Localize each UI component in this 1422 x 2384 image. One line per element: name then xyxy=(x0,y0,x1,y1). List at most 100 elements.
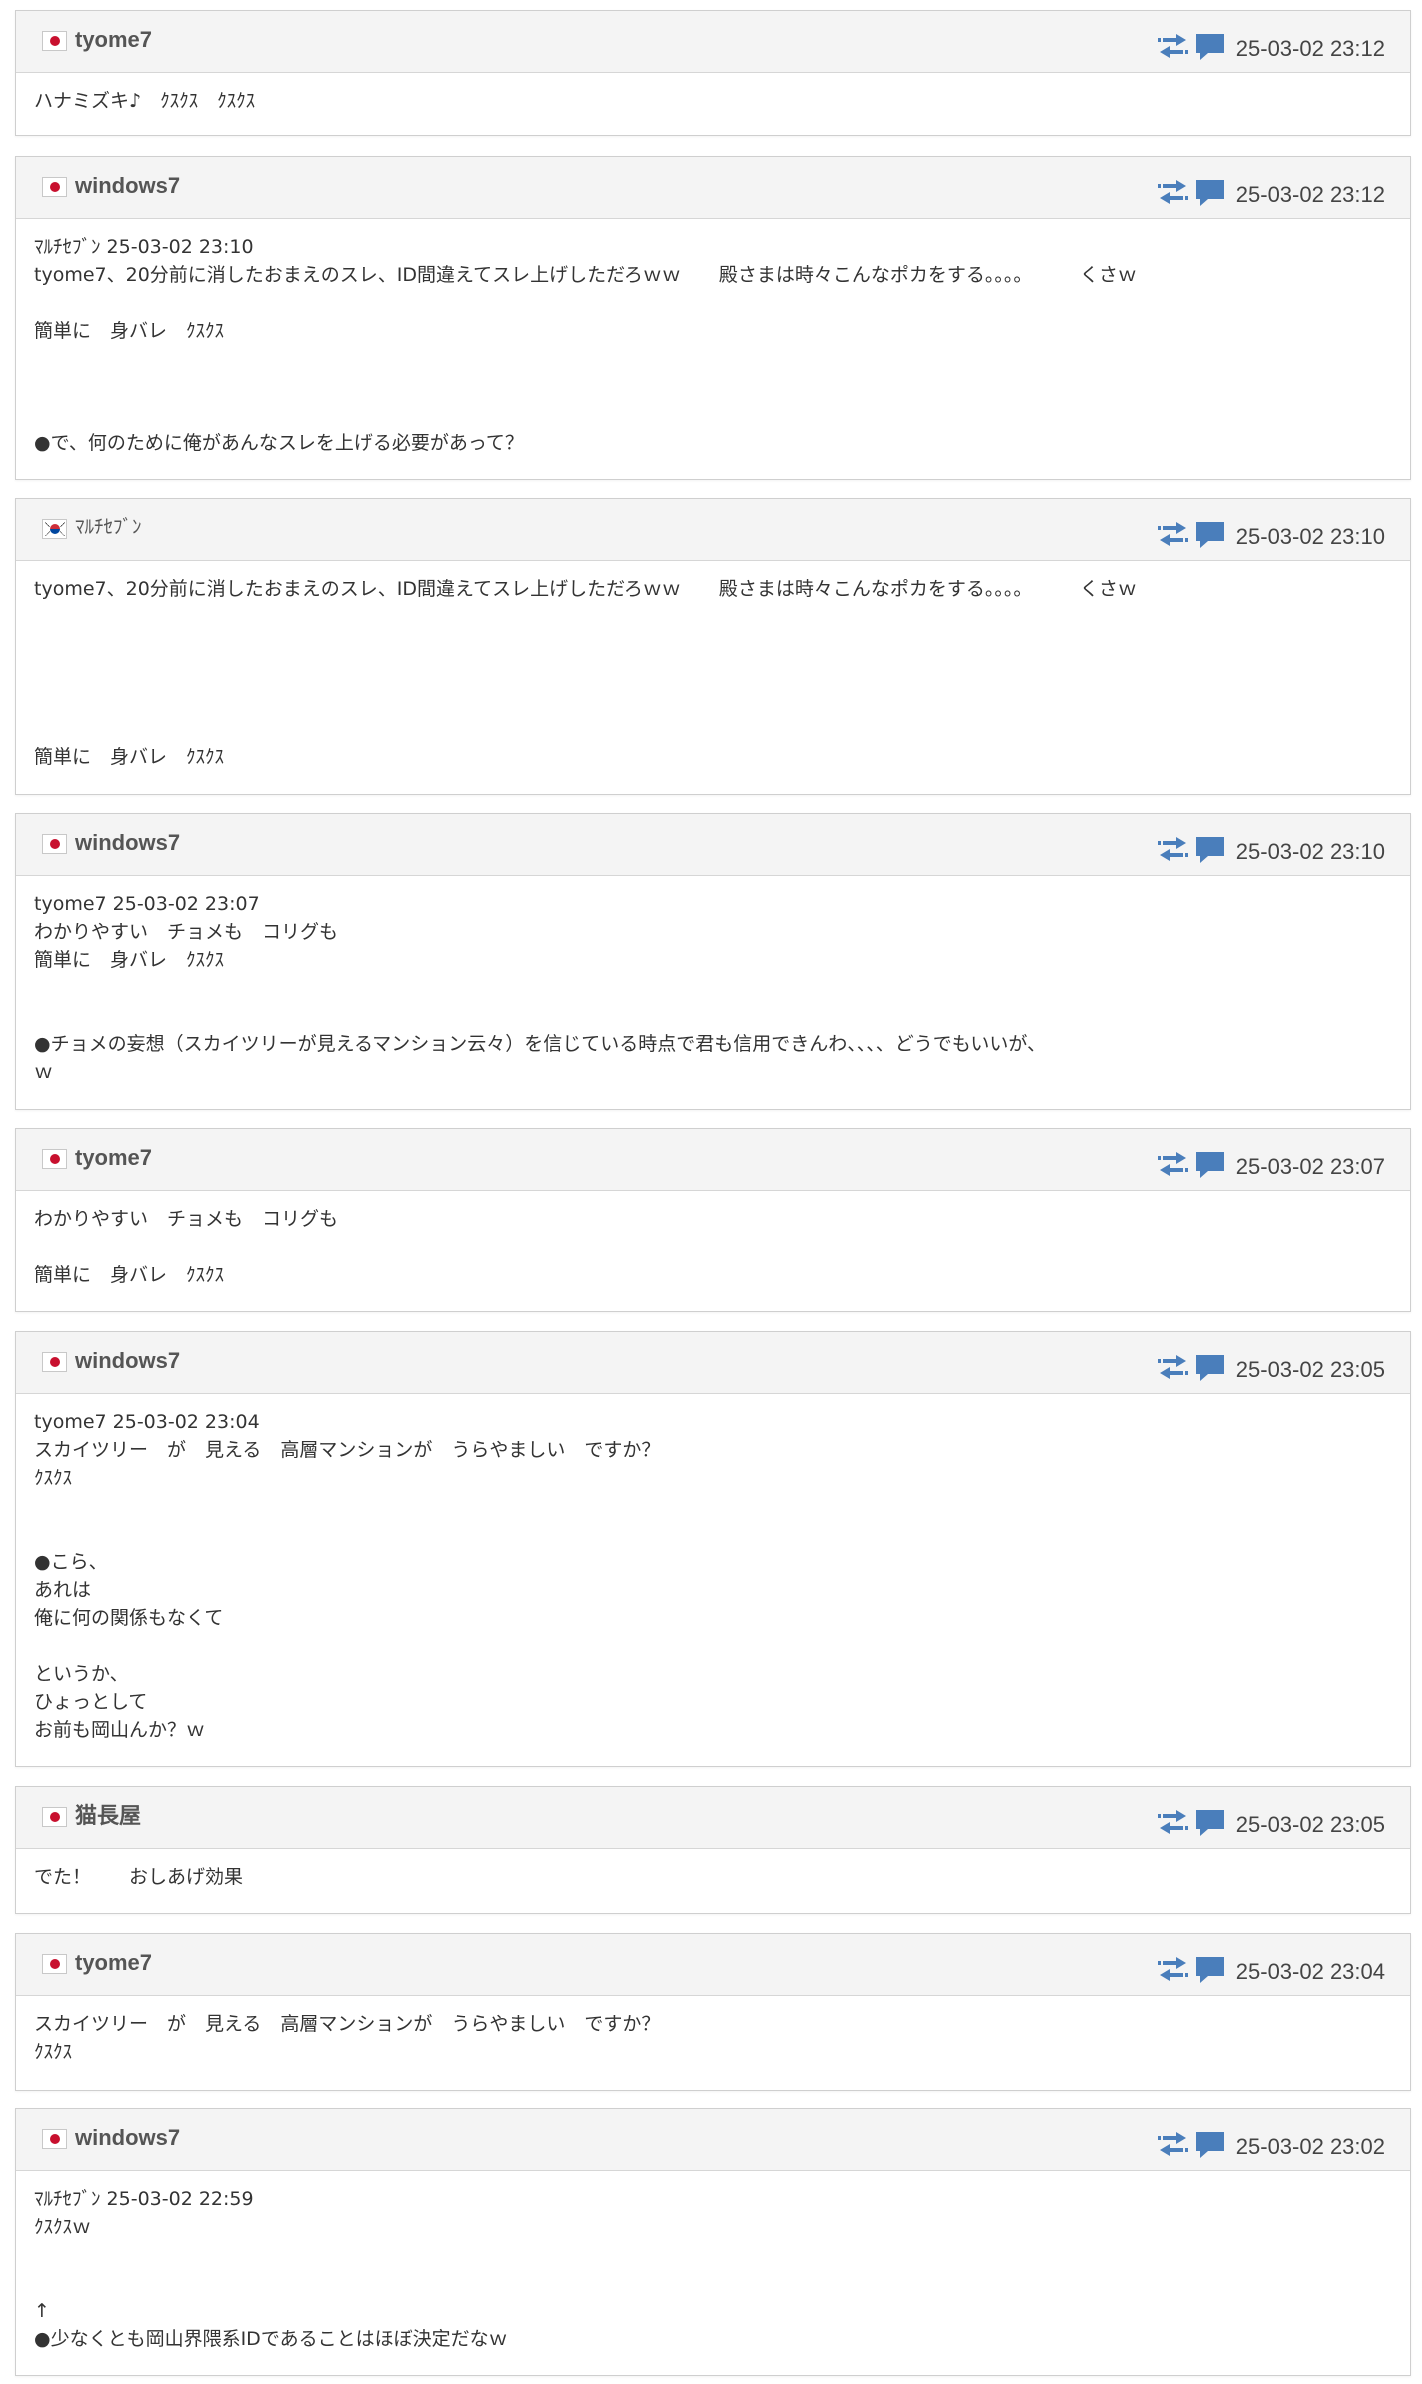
post-line: tyome7 25-03-02 23:04 xyxy=(34,1411,260,1433)
post-timestamp: 25-03-02 23:10 xyxy=(1235,524,1385,549)
post-line xyxy=(34,631,1392,659)
speech-bubble-icon[interactable] xyxy=(1194,32,1226,62)
speech-bubble-icon[interactable] xyxy=(1194,520,1226,550)
post-0: tyome7 25-03-02 23:12 ハナミズキ♪ ｸｽｸｽ ｸｽｸｽ xyxy=(15,10,1411,136)
username[interactable]: windows7 xyxy=(75,1347,180,1375)
post-line: あれは xyxy=(34,1579,92,1601)
post-line: 簡単に 身バレ ｸｽｸｽ xyxy=(34,949,225,971)
japan-flag-icon xyxy=(42,1352,67,1372)
post-body: スカイツリー が 見える 高層マンションが うらやましい ですか？ ｸｽｸｽ xyxy=(16,1996,1410,2066)
post-line: というか、 xyxy=(34,1663,129,1685)
post-body: でた！ おしあげ効果 xyxy=(16,1849,1410,1891)
post-line: tyome7 25-03-02 23:07 xyxy=(34,893,260,915)
speech-bubble-icon[interactable] xyxy=(1194,1353,1226,1383)
post-body: ハナミズキ♪ ｸｽｸｽ ｸｽｸｽ xyxy=(16,73,1410,115)
username[interactable]: tyome7 xyxy=(75,1144,152,1172)
post-7: tyome7 25-03-02 23:04 スカイツリー が 見える 高層マンション… xyxy=(15,1933,1411,2091)
post-line: ｸｽｸｽ xyxy=(34,2041,73,2063)
username[interactable]: tyome7 xyxy=(75,1949,152,1977)
post-line: ｸｽｸｽ xyxy=(34,1467,73,1489)
post-6: 猫長屋 25-03-02 23:05 でた！ おしあげ効果 xyxy=(15,1786,1411,1914)
post-body: tyome7 25-03-02 23:07 わかりやすい チョメも コリグも 簡単に… xyxy=(16,876,1410,1086)
speech-bubble-icon[interactable] xyxy=(1194,835,1226,865)
post-line xyxy=(34,715,1392,743)
post-header: tyome7 25-03-02 23:07 xyxy=(16,1129,1410,1191)
post-line: ｸｽｸｽｗ xyxy=(34,2216,92,2238)
username[interactable]: tyome7 xyxy=(75,26,152,54)
post-line: 簡単に 身バレ ｸｽｸｽ xyxy=(34,320,225,342)
transfer-arrows-icon[interactable] xyxy=(1157,1956,1189,1984)
post-body: tyome7 25-03-02 23:04 スカイツリー が 見える 高層マンショ… xyxy=(16,1394,1410,1744)
post-line xyxy=(34,687,1392,715)
post-4: tyome7 25-03-02 23:07 わかりやすい チョメも コリグも 簡単に … xyxy=(15,1128,1411,1312)
post-line: でた！ おしあげ効果 xyxy=(34,1866,244,1888)
post-timestamp: 25-03-02 23:04 xyxy=(1235,1959,1385,1984)
post-body: ﾏﾙﾁｾﾌﾞﾝ 25-03-02 22:59 ｸｽｸｽｗ ↑ ●少なくとも岡山界隈系I… xyxy=(16,2171,1410,2353)
post-header: 猫長屋 25-03-02 23:05 xyxy=(16,1787,1410,1849)
post-timestamp: 25-03-02 23:10 xyxy=(1235,839,1385,864)
post-1: windows7 25-03-02 23:12 ﾏﾙﾁｾﾌﾞﾝ 25-03-02 2… xyxy=(15,156,1411,480)
post-timestamp: 25-03-02 23:07 xyxy=(1235,1154,1385,1179)
japan-flag-icon xyxy=(42,177,67,197)
japan-flag-icon xyxy=(42,1954,67,1974)
post-line: ﾏﾙﾁｾﾌﾞﾝ 25-03-02 22:59 xyxy=(34,2188,254,2210)
post-line: ●こら、 xyxy=(34,1551,108,1573)
username[interactable]: windows7 xyxy=(75,172,180,200)
post-8: windows7 25-03-02 23:02 ﾏﾙﾁｾﾌﾞﾝ 25-03-02 2… xyxy=(15,2108,1411,2376)
username[interactable]: 猫長屋 xyxy=(75,1802,141,1830)
post-actions: 25-03-02 23:07 xyxy=(1157,1149,1385,1181)
username[interactable]: ﾏﾙﾁｾﾌﾞﾝ xyxy=(75,514,142,542)
post-line: tyome7、20分前に消したおまえのスレ、ID間違えてスレ上げしただろｗｗ 殿… xyxy=(34,264,1137,286)
post-header: windows7 25-03-02 23:12 xyxy=(16,157,1410,219)
korea-flag-icon xyxy=(42,519,67,539)
post-line xyxy=(34,2241,1392,2269)
post-line xyxy=(34,1520,1392,1548)
post-body: tyome7、20分前に消したおまえのスレ、ID間違えてスレ上げしただろｗｗ 殿… xyxy=(16,561,1410,771)
post-actions: 25-03-02 23:10 xyxy=(1157,834,1385,866)
post-header: windows7 25-03-02 23:10 xyxy=(16,814,1410,876)
speech-bubble-icon[interactable] xyxy=(1194,1955,1226,1985)
post-line: ●少なくとも岡山界隈系IDであることはほぼ決定だなｗ xyxy=(34,2328,508,2350)
transfer-arrows-icon[interactable] xyxy=(1157,179,1189,207)
post-actions: 25-03-02 23:10 xyxy=(1157,519,1385,551)
transfer-arrows-icon[interactable] xyxy=(1157,521,1189,549)
post-actions: 25-03-02 23:05 xyxy=(1157,1807,1385,1839)
post-line xyxy=(34,373,1392,401)
transfer-arrows-icon[interactable] xyxy=(1157,1809,1189,1837)
post-line xyxy=(34,289,1392,317)
japan-flag-icon xyxy=(42,834,67,854)
transfer-arrows-icon[interactable] xyxy=(1157,836,1189,864)
post-body: ﾏﾙﾁｾﾌﾞﾝ 25-03-02 23:10 tyome7、20分前に消したおまえ… xyxy=(16,219,1410,457)
post-line: tyome7、20分前に消したおまえのスレ、ID間違えてスレ上げしただろｗｗ 殿… xyxy=(34,578,1137,600)
post-actions: 25-03-02 23:04 xyxy=(1157,1954,1385,1986)
post-line xyxy=(34,1492,1392,1520)
speech-bubble-icon[interactable] xyxy=(1194,1808,1226,1838)
post-line: ↑ xyxy=(34,2300,50,2322)
post-line xyxy=(34,659,1392,687)
transfer-arrows-icon[interactable] xyxy=(1157,1151,1189,1179)
post-header: tyome7 25-03-02 23:04 xyxy=(16,1934,1410,1996)
username[interactable]: windows7 xyxy=(75,829,180,857)
post-timestamp: 25-03-02 23:12 xyxy=(1235,36,1385,61)
post-actions: 25-03-02 23:02 xyxy=(1157,2129,1385,2161)
post-line xyxy=(34,1002,1392,1030)
post-line: ●で、何のために俺があんなスレを上げる必要があって？ xyxy=(34,432,524,454)
post-line: ｗ xyxy=(34,1061,54,1083)
post-line: 簡単に 身バレ ｸｽｸｽ xyxy=(34,746,225,768)
speech-bubble-icon[interactable] xyxy=(1194,178,1226,208)
username[interactable]: windows7 xyxy=(75,2124,180,2152)
post-line: ひょっとして xyxy=(34,1691,148,1713)
japan-flag-icon xyxy=(42,31,67,51)
post-actions: 25-03-02 23:12 xyxy=(1157,31,1385,63)
post-line xyxy=(34,401,1392,429)
post-actions: 25-03-02 23:05 xyxy=(1157,1352,1385,1384)
post-body: わかりやすい チョメも コリグも 簡単に 身バレ ｸｽｸｽ xyxy=(16,1191,1410,1289)
post-line xyxy=(34,1233,1392,1261)
transfer-arrows-icon[interactable] xyxy=(1157,1354,1189,1382)
transfer-arrows-icon[interactable] xyxy=(1157,2131,1189,2159)
post-line: ●チョメの妄想（スカイツリーが見えるマンション云々）を信じている時点で君も信用で… xyxy=(34,1033,1046,1055)
speech-bubble-icon[interactable] xyxy=(1194,1150,1226,1180)
japan-flag-icon xyxy=(42,1149,67,1169)
speech-bubble-icon[interactable] xyxy=(1194,2130,1226,2160)
transfer-arrows-icon[interactable] xyxy=(1157,33,1189,61)
